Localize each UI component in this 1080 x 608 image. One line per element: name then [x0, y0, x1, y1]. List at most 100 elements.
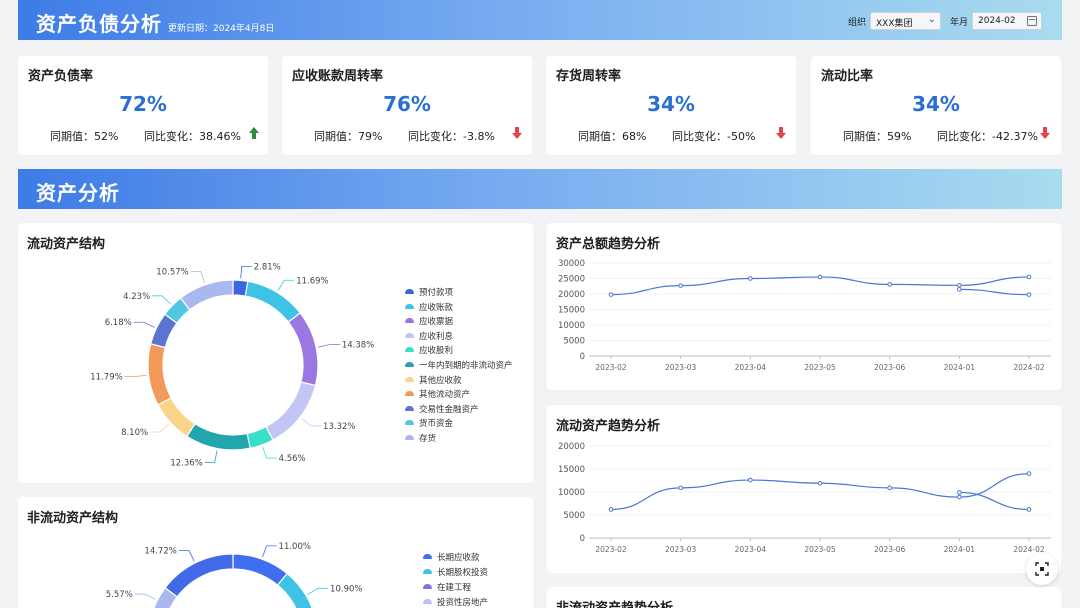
kpi-prev-value: 同期值：59% [843, 130, 912, 143]
slice-label-line [178, 549, 195, 562]
legend-item[interactable]: 投资性房地产 [423, 596, 488, 608]
current-assets-line-chart: 0 5000 10000 15000 20000 2023-02 2023-03 2023-0… [558, 442, 1051, 554]
donut-slice [276, 572, 313, 608]
legend-item[interactable]: 交易性金融资产 [405, 403, 479, 415]
data-point[interactable] [887, 485, 892, 491]
kpi-title: 应收账款周转率 [292, 69, 384, 84]
donut-slice [232, 553, 289, 586]
data-point[interactable] [1026, 292, 1032, 297]
data-point[interactable] [678, 485, 683, 491]
data-point[interactable] [678, 283, 683, 288]
kpi-value: 72% [119, 92, 167, 116]
data-point[interactable] [957, 490, 962, 495]
kpi-yoy-change: 同比变化：38.46% [144, 130, 241, 143]
kpi-prev-value: 同期值：68% [578, 130, 647, 143]
legend-swatch [405, 405, 414, 411]
org-select[interactable]: XXX集团 ⌄ [870, 12, 941, 30]
legend-swatch [423, 569, 432, 574]
y-tick-label: 15000 [558, 465, 585, 475]
legend-item[interactable]: 应收股利 [405, 344, 453, 356]
data-point[interactable] [817, 480, 823, 486]
kpi-yoy-change: 同比变化：-50% [672, 130, 756, 143]
data-point[interactable] [1026, 274, 1032, 280]
y-tick-label: 25000 [558, 275, 585, 285]
donut-slice [244, 280, 302, 323]
y-tick-label: 20000 [558, 442, 585, 452]
legend-item[interactable]: 应收利息 [405, 330, 453, 342]
legend-swatch [405, 289, 414, 294]
legend-swatch [423, 554, 432, 559]
data-point[interactable] [748, 276, 753, 281]
slice-label: 13.32% [323, 422, 355, 432]
data-point[interactable] [817, 274, 823, 280]
legend-item[interactable]: 存货 [405, 432, 436, 444]
legend-item[interactable]: 应收账款 [405, 301, 453, 313]
legend-swatch [405, 332, 414, 338]
legend-label: 在建工程 [437, 583, 472, 593]
slice-label-line [307, 587, 329, 595]
kpi-value: 34% [647, 92, 695, 116]
y-tick-label: 0 [580, 534, 585, 544]
legend-item[interactable]: 长期应收款 [423, 551, 480, 563]
kpi-yoy-change: 同比变化：-42.37% [937, 130, 1038, 143]
data-point[interactable] [957, 494, 962, 500]
x-tick-label: 2023-06 [874, 545, 906, 554]
legend-item[interactable]: 一年内到期的非流动资产 [405, 359, 513, 371]
slice-label-line [204, 450, 218, 463]
y-tick-label: 5000 [563, 337, 585, 347]
slice-label: 11.00% [279, 542, 311, 552]
slice-label: 14.72% [144, 546, 176, 556]
kpi-card-current-ratio: 流动比率 34% 同期值：59% 同比变化：-42.37% [811, 56, 1061, 155]
slice-label: 5.57% [106, 590, 133, 600]
arrow-up-icon [249, 127, 259, 139]
chevron-down-icon: ⌄ [927, 14, 936, 25]
slice-label: 10.90% [330, 584, 362, 594]
legend-item[interactable]: 其他应收款 [405, 374, 462, 386]
data-point[interactable] [1026, 507, 1032, 512]
legend-label: 交易性金融资产 [419, 404, 479, 415]
data-point[interactable] [957, 283, 962, 288]
legend-item[interactable]: 在建工程 [423, 581, 471, 593]
data-point[interactable] [887, 282, 892, 287]
legend-label: 其他应收款 [419, 375, 462, 386]
update-date: 更新日期：2024年4月8日 [168, 24, 275, 34]
data-point[interactable] [957, 287, 962, 292]
legend-swatch [405, 420, 414, 426]
fullscreen-button[interactable] [1026, 553, 1058, 585]
kpi-card-asset-liability-ratio: 资产负债率 72% 同期值：52% 同比变化：38.46% [18, 56, 268, 155]
page-header: 资产负债分析 更新日期：2024年4月8日 组织 XXX集团 ⌄ 年月 2024… [18, 0, 1062, 40]
data-point[interactable] [748, 477, 753, 483]
legend-item[interactable]: 长期股权投资 [423, 566, 488, 578]
slice-label: 2.81% [254, 262, 281, 272]
month-picker-value: 2024-02 [978, 16, 1016, 26]
data-point[interactable] [608, 507, 614, 512]
donut-slice [164, 553, 234, 598]
slice-label: 11.79% [90, 373, 122, 383]
total-assets-line-chart: 0 5000 10000 15000 20000 25000 30000 2023-02 202… [558, 259, 1051, 372]
slice-label-line [301, 418, 322, 427]
kpi-value: 76% [383, 92, 431, 116]
data-point[interactable] [608, 292, 614, 297]
series-line [959, 491, 1030, 511]
legend-swatch [423, 599, 432, 604]
slice-label: 14.38% [342, 341, 374, 351]
y-tick-label: 0 [580, 352, 585, 362]
legend-item[interactable]: 应收票据 [405, 315, 453, 327]
legend-item[interactable]: 预付款项 [405, 286, 453, 298]
slice-label: 4.23% [123, 292, 150, 302]
donut-slice [179, 279, 234, 311]
y-tick-label: 10000 [558, 488, 585, 498]
month-picker[interactable]: 2024-02 [972, 12, 1042, 30]
legend-item[interactable]: 其他流动资产 [405, 388, 470, 400]
slice-label-line [240, 265, 252, 279]
card-title: 非流动资产趋势分析 [556, 597, 673, 608]
y-tick-label: 20000 [558, 290, 585, 300]
legend-label: 货币资金 [419, 419, 454, 430]
month-filter-label: 年月 [950, 18, 969, 28]
data-point[interactable] [1026, 471, 1032, 476]
slice-label: 10.57% [156, 267, 188, 277]
slice-label: 6.18% [105, 318, 132, 328]
slice-label-line [277, 279, 295, 291]
legend-item[interactable]: 货币资金 [405, 417, 453, 429]
y-tick-label: 15000 [558, 306, 585, 316]
